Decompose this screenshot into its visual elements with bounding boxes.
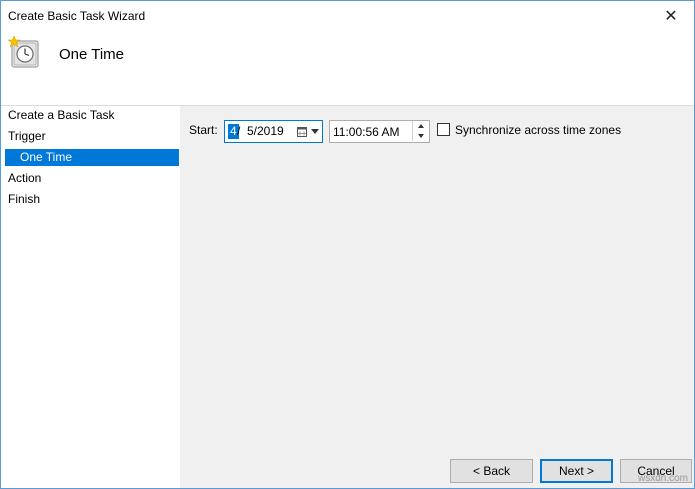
- time-field[interactable]: 11:00:56 AM: [333, 125, 400, 140]
- watermark: wsxdn.com: [637, 473, 688, 484]
- step-trigger[interactable]: Trigger: [8, 129, 46, 143]
- time-spinner[interactable]: [412, 121, 429, 142]
- chevron-down-icon[interactable]: [311, 129, 319, 134]
- date-day-year-field[interactable]: / 5/2019: [237, 124, 284, 139]
- wizard-header: One Time: [1, 31, 694, 106]
- spin-down-button[interactable]: [412, 131, 429, 141]
- step-one-time[interactable]: One Time: [5, 149, 179, 166]
- back-button[interactable]: < Back: [450, 459, 533, 483]
- step-create-basic-task[interactable]: Create a Basic Task: [8, 108, 115, 122]
- close-icon: ✕: [664, 8, 678, 25]
- step-finish[interactable]: Finish: [8, 192, 40, 206]
- close-button[interactable]: ✕: [648, 1, 694, 31]
- next-button[interactable]: Next >: [540, 459, 613, 483]
- calendar-icon[interactable]: [297, 126, 307, 137]
- wizard-window: Create Basic Task Wizard ✕ One Time Crea…: [0, 0, 695, 489]
- wizard-steps-sidebar: Create a Basic Task Trigger One Time Act…: [1, 106, 180, 488]
- sync-timezones-checkbox[interactable]: [437, 123, 450, 136]
- start-label: Start:: [189, 123, 218, 137]
- start-date-picker[interactable]: 4 / 5/2019: [224, 120, 323, 143]
- window-title: Create Basic Task Wizard: [8, 9, 146, 23]
- start-time-picker[interactable]: 11:00:56 AM: [329, 120, 430, 143]
- sync-timezones-label[interactable]: Synchronize across time zones: [455, 123, 621, 137]
- step-action[interactable]: Action: [8, 171, 41, 185]
- arrow-down-icon: [418, 134, 424, 138]
- title-bar[interactable]: Create Basic Task Wizard ✕: [1, 1, 694, 31]
- page-title: One Time: [59, 46, 125, 63]
- arrow-up-icon: [418, 124, 424, 128]
- task-scheduler-clock-icon: [8, 35, 39, 68]
